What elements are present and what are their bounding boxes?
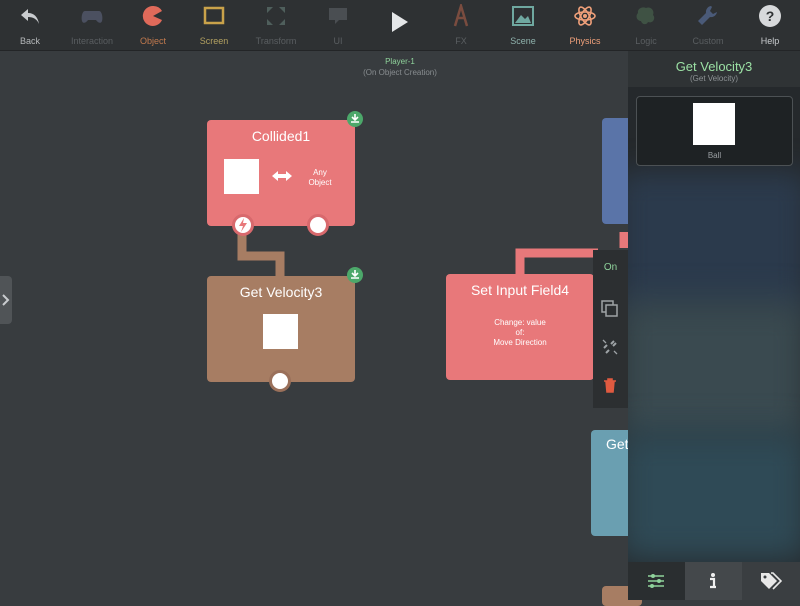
- panel-tab-bar: [628, 562, 800, 600]
- custom-button[interactable]: Custom: [678, 0, 738, 50]
- panel-blur-backdrop: [628, 171, 800, 321]
- tags-icon: [761, 572, 782, 590]
- unlink-icon[interactable]: [601, 338, 619, 356]
- pacman-icon: [142, 5, 162, 26]
- node-collided-title: Collided1: [251, 128, 311, 144]
- double-arrow-icon: [272, 171, 292, 181]
- asset-label: Ball: [707, 151, 722, 160]
- on-toggle[interactable]: On: [593, 262, 628, 273]
- wrench-icon: [698, 6, 717, 25]
- tab-properties[interactable]: [628, 562, 685, 600]
- brain-icon: [636, 7, 655, 25]
- tab-tags[interactable]: [742, 562, 799, 600]
- screen-icon: [203, 6, 225, 25]
- canvas-title: Player-1: [385, 57, 415, 66]
- panel-header: Get Velocity3 (Get Velocity): [628, 51, 800, 87]
- logic-label: Logic: [635, 36, 657, 46]
- back-label: Back: [19, 36, 40, 46]
- node-partial-teal-title: Get: [606, 436, 629, 452]
- object-thumbnail: [263, 314, 298, 349]
- help-label: Help: [760, 36, 780, 46]
- panel-blur-backdrop: [628, 431, 800, 561]
- export-badge-icon[interactable]: [347, 111, 363, 127]
- chevron-right-icon: [2, 294, 10, 306]
- trash-icon[interactable]: [602, 377, 618, 393]
- back-arrow-icon: [21, 9, 39, 24]
- node-set-input-field[interactable]: Set Input Field4 Change: value of: Move …: [446, 274, 594, 380]
- lightning-icon: [239, 218, 247, 232]
- transform-label: Transform: [255, 36, 297, 46]
- node-context-menu: On: [593, 250, 628, 408]
- atom-icon: [574, 6, 596, 26]
- info-icon: [710, 573, 716, 589]
- node-get-velocity-title: Get Velocity3: [239, 284, 323, 300]
- interaction-label: Interaction: [70, 36, 114, 46]
- fx-icon: [453, 4, 469, 27]
- export-badge-icon[interactable]: [347, 267, 363, 283]
- speech-bubble-icon: [329, 8, 347, 24]
- detail-line-2: of:: [515, 328, 525, 337]
- logic-button[interactable]: Logic: [616, 0, 676, 50]
- node-set-input-details: Change: value of: Move Direction: [446, 318, 594, 348]
- scene-label: Scene: [510, 36, 536, 46]
- back-button[interactable]: Back: [0, 0, 60, 50]
- collision-target: Any Object: [308, 168, 332, 187]
- toolbar: Back Interaction Object Screen Transform…: [0, 0, 800, 51]
- node-set-input-title: Set Input Field4: [470, 282, 570, 298]
- object-label: Object: [139, 36, 166, 46]
- screen-button[interactable]: Screen: [184, 0, 244, 50]
- detail-line-1: Change: value: [494, 318, 546, 327]
- velocity-output-port[interactable]: [269, 370, 291, 392]
- node-collided[interactable]: Collided1 Any Object: [207, 120, 355, 226]
- tab-info[interactable]: [685, 562, 742, 600]
- detail-line-3: Move Direction: [493, 338, 547, 347]
- transform-icon: [267, 7, 285, 25]
- help-button[interactable]: ? Help: [740, 0, 800, 50]
- transform-button[interactable]: Transform: [246, 0, 306, 50]
- fx-button[interactable]: FX: [431, 0, 491, 50]
- help-icon: ?: [759, 5, 781, 27]
- asset-thumbnail: [693, 103, 735, 145]
- fx-label: FX: [455, 36, 467, 46]
- physics-button[interactable]: Physics: [555, 0, 615, 50]
- scene-button[interactable]: Scene: [493, 0, 553, 50]
- canvas-subtitle: (On Object Creation): [363, 68, 437, 77]
- play-button[interactable]: [369, 0, 429, 50]
- sliders-icon: [648, 574, 664, 588]
- play-icon: [392, 12, 408, 32]
- panel-title: Get Velocity3: [675, 59, 753, 74]
- ui-label: UI: [333, 36, 343, 46]
- object-button[interactable]: Object: [123, 0, 183, 50]
- svg-text:?: ?: [766, 8, 775, 24]
- panel-blur-backdrop: [628, 301, 800, 441]
- screen-label: Screen: [199, 36, 229, 46]
- panel-subtitle: (Get Velocity): [689, 74, 738, 83]
- properties-panel: Get Velocity3 (Get Velocity) Ball: [628, 51, 800, 600]
- scene-icon: [512, 6, 534, 26]
- gamepad-icon: [81, 11, 103, 23]
- sidebar-expand-tab[interactable]: [0, 276, 12, 324]
- node-get-velocity[interactable]: Get Velocity3: [207, 276, 355, 382]
- asset-card[interactable]: Ball: [636, 96, 793, 166]
- custom-label: Custom: [692, 36, 724, 46]
- object-thumbnail: [224, 159, 259, 194]
- trigger-output-port[interactable]: [232, 214, 254, 236]
- output-port[interactable]: [307, 214, 329, 236]
- physics-label: Physics: [569, 36, 601, 46]
- ui-button[interactable]: UI: [308, 0, 368, 50]
- interaction-button[interactable]: Interaction: [62, 0, 122, 50]
- copy-icon[interactable]: [601, 300, 619, 318]
